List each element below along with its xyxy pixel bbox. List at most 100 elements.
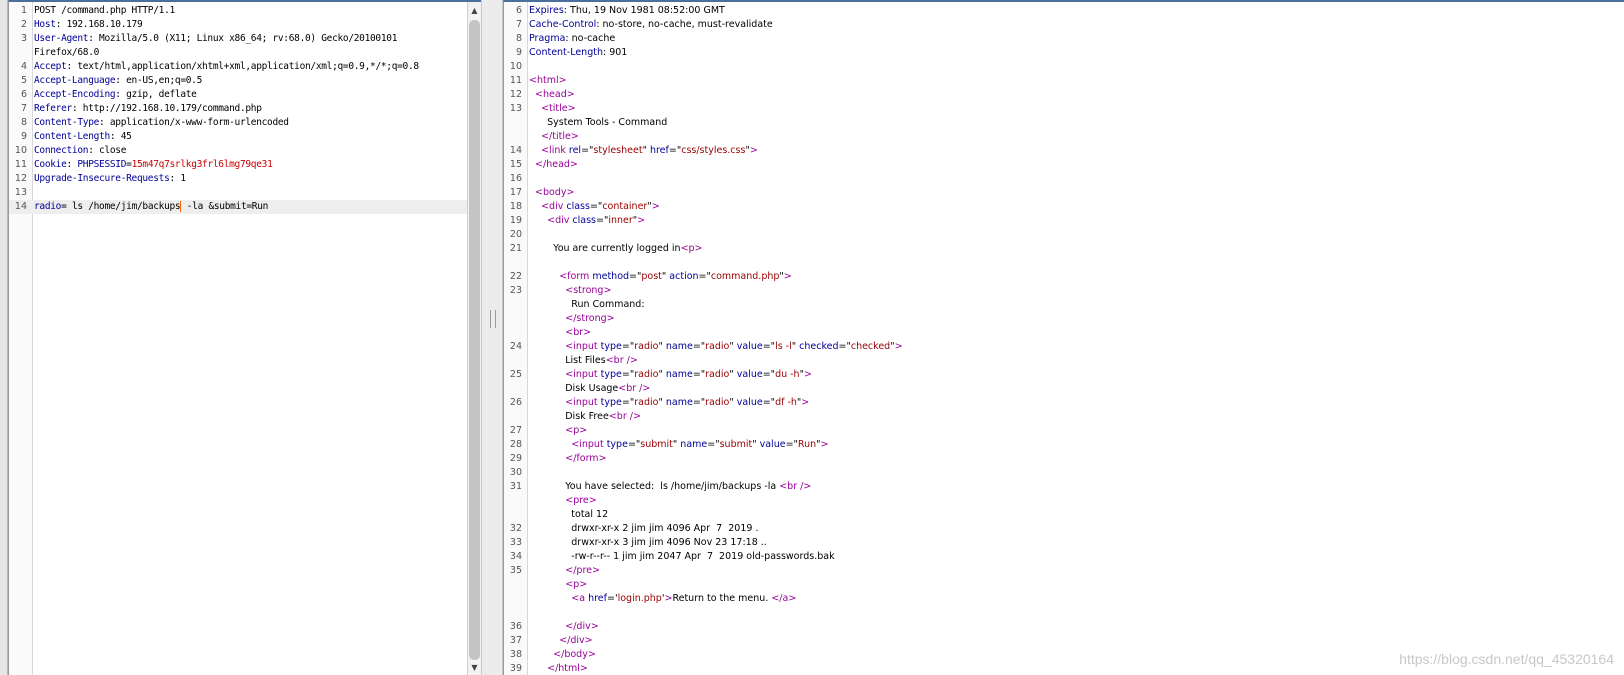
code-text[interactable]: <div class="inner"> [529,214,645,228]
code-text[interactable]: Firefox/68.0 [34,46,99,60]
code-text[interactable]: System Tools - Command [529,116,667,130]
code-text[interactable]: <br> [529,326,591,340]
response-line[interactable]: </strong> [504,312,1624,326]
response-line[interactable]: 26 <input type="radio" name="radio" valu… [504,396,1624,410]
code-text[interactable]: Accept: text/html,application/xhtml+xml,… [34,60,419,74]
request-line[interactable]: Firefox/68.0 [9,46,481,60]
request-line[interactable]: 13 [9,186,481,200]
scroll-down-arrow-icon[interactable]: ▼ [468,661,481,675]
code-text[interactable]: Cookie: PHPSESSID=15m47q7srlkg3frl6lmg79… [34,158,273,172]
response-line[interactable]: Disk Free<br /> [504,410,1624,424]
response-line[interactable]: 15 </head> [504,158,1624,172]
response-line[interactable]: 32 drwxr-xr-x 2 jim jim 4096 Apr 7 2019 … [504,522,1624,536]
splitter-grip-icon[interactable] [490,310,496,328]
response-line[interactable]: 19 <div class="inner"> [504,214,1624,228]
request-line[interactable]: 6 Accept-Encoding: gzip, deflate [9,88,481,102]
request-line[interactable]: 7 Referer: http://192.168.10.179/command.… [9,102,481,116]
request-line[interactable]: 10 Connection: close [9,144,481,158]
response-line[interactable]: 29 </form> [504,452,1624,466]
response-line[interactable]: 30 [504,466,1624,480]
code-text[interactable]: radio= ls /home/jim/backups -la &submit=… [34,200,268,214]
response-line[interactable]: 16 [504,172,1624,186]
response-line[interactable]: 9 Content-Length: 901 [504,46,1624,60]
response-line[interactable]: </title> [504,130,1624,144]
response-line[interactable]: 6 Expires: Thu, 19 Nov 1981 08:52:00 GMT [504,4,1624,18]
code-text[interactable]: </strong> [529,312,614,326]
response-line[interactable]: 35 </pre> [504,564,1624,578]
request-line[interactable]: 9 Content-Length: 45 [9,130,481,144]
code-text[interactable]: </body> [529,648,596,662]
response-line[interactable]: <br> [504,326,1624,340]
request-scrollbar[interactable]: ▲ ▼ [467,2,481,675]
code-text[interactable]: </div> [529,634,592,648]
code-text[interactable]: </div> [529,620,598,634]
code-text[interactable]: drwxr-xr-x 2 jim jim 4096 Apr 7 2019 . [529,522,758,536]
request-line[interactable]: 1 POST /command.php HTTP/1.1 [9,4,481,18]
code-text[interactable]: <p> [529,424,587,438]
code-text[interactable]: <div class="container"> [529,200,660,214]
code-text[interactable]: Content-Length: 901 [529,46,627,60]
request-line[interactable]: 11 Cookie: PHPSESSID=15m47q7srlkg3frl6lmg… [9,158,481,172]
code-text[interactable]: List Files<br /> [529,354,638,368]
response-line[interactable]: 23 <strong> [504,284,1624,298]
code-text[interactable]: Connection: close [34,144,126,158]
request-line[interactable]: 8 Content-Type: application/x-www-form-ur… [9,116,481,130]
response-line[interactable] [504,606,1624,620]
code-text[interactable]: Upgrade-Insecure-Requests: 1 [34,172,186,186]
code-text[interactable]: </pre> [529,564,600,578]
code-text[interactable]: drwxr-xr-x 3 jim jim 4096 Nov 23 17:18 .… [529,536,767,550]
code-text[interactable]: <head> [529,88,575,102]
code-text[interactable]: </form> [529,452,606,466]
scroll-up-arrow-icon[interactable]: ▲ [468,4,481,18]
code-text[interactable]: <body> [529,186,574,200]
response-line[interactable]: <p> [504,578,1624,592]
response-line[interactable]: 10 [504,60,1624,74]
code-text[interactable]: You have selected: ls /home/jim/backups … [529,480,811,494]
request-line[interactable]: 12 Upgrade-Insecure-Requests: 1 [9,172,481,186]
response-line[interactable]: 20 [504,228,1624,242]
code-text[interactable]: <input type="radio" name="radio" value="… [529,340,902,354]
code-text[interactable]: POST /command.php HTTP/1.1 [34,4,175,18]
code-text[interactable]: <link rel="stylesheet" href="css/styles.… [529,144,758,158]
request-line[interactable]: 4 Accept: text/html,application/xhtml+xml… [9,60,481,74]
code-text[interactable]: -rw-r--r-- 1 jim jim 2047 Apr 7 2019 old… [529,550,834,564]
response-line[interactable]: 13 <title> [504,102,1624,116]
response-line[interactable]: Disk Usage<br /> [504,382,1624,396]
response-line[interactable] [504,256,1624,270]
code-text[interactable]: User-Agent: Mozilla/5.0 (X11; Linux x86_… [34,32,397,46]
code-text[interactable]: <input type="radio" name="radio" value="… [529,368,812,382]
response-line[interactable]: 37 </div> [504,634,1624,648]
response-viewer[interactable]: 6 Expires: Thu, 19 Nov 1981 08:52:00 GMT 7… [503,0,1624,675]
response-line[interactable]: 21 You are currently logged in<p> [504,242,1624,256]
response-line[interactable]: 18 <div class="container"> [504,200,1624,214]
scroll-thumb[interactable] [469,20,480,660]
response-line[interactable]: 17 <body> [504,186,1624,200]
code-text[interactable]: </html> [529,662,588,675]
response-line[interactable]: 36 </div> [504,620,1624,634]
response-line[interactable]: 25 <input type="radio" name="radio" valu… [504,368,1624,382]
response-line[interactable]: 33 drwxr-xr-x 3 jim jim 4096 Nov 23 17:1… [504,536,1624,550]
response-line[interactable]: 11 <html> [504,74,1624,88]
response-line[interactable]: 7 Cache-Control: no-store, no-cache, must… [504,18,1624,32]
code-text[interactable]: <strong> [529,284,611,298]
pane-splitter[interactable] [481,0,503,675]
code-text[interactable]: <a href='login.php'>Return to the menu. … [529,592,796,606]
code-text[interactable]: You are currently logged in<p> [529,242,702,256]
response-line[interactable]: Run Command: [504,298,1624,312]
code-text[interactable]: <pre> [529,494,597,508]
response-text[interactable]: 6 Expires: Thu, 19 Nov 1981 08:52:00 GMT 7… [504,4,1624,675]
code-text[interactable]: <form method="post" action="command.php"… [529,270,792,284]
request-editor[interactable]: 1 POST /command.php HTTP/1.1 2 Host: 192.16… [8,0,481,675]
response-line[interactable]: <pre> [504,494,1624,508]
request-text[interactable]: 1 POST /command.php HTTP/1.1 2 Host: 192.16… [9,4,481,214]
response-line[interactable]: total 12 [504,508,1624,522]
response-line[interactable]: 14 <link rel="stylesheet" href="css/styl… [504,144,1624,158]
code-text[interactable]: Cache-Control: no-store, no-cache, must-… [529,18,773,32]
code-text[interactable]: <input type="submit" name="submit" value… [529,438,828,452]
response-line[interactable]: 24 <input type="radio" name="radio" valu… [504,340,1624,354]
code-text[interactable]: <p> [529,578,587,592]
code-text[interactable]: Referer: http://192.168.10.179/command.p… [34,102,262,116]
request-line[interactable]: 14 radio= ls /home/jim/backups -la &submi… [9,200,481,214]
request-line[interactable]: 5 Accept-Language: en-US,en;q=0.5 [9,74,481,88]
response-line[interactable]: 22 <form method="post" action="command.p… [504,270,1624,284]
